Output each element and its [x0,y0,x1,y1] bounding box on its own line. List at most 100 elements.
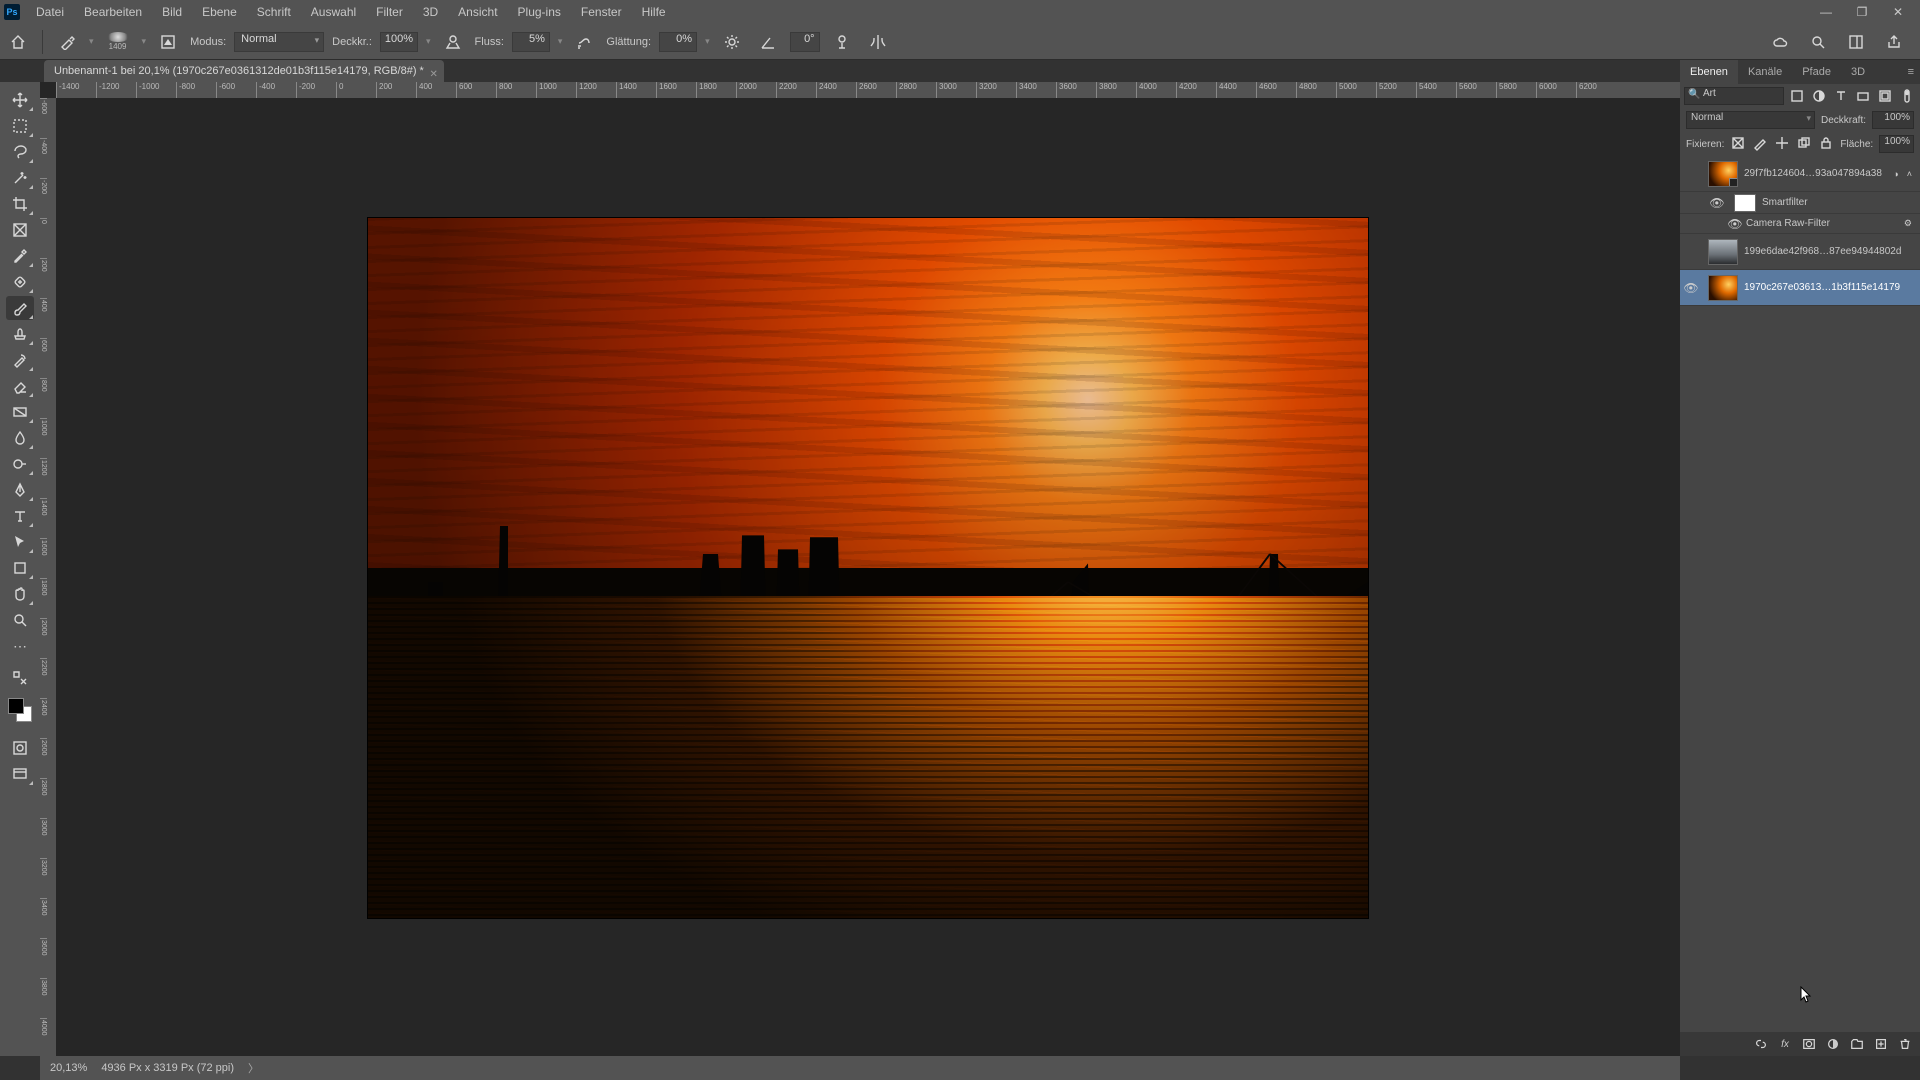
panel-menu-icon[interactable]: ≡ [1902,66,1920,78]
document-tab[interactable]: Unbenannt-1 bei 20,1% (1970c267e0361312d… [44,60,444,82]
new-layer-icon[interactable] [1874,1037,1888,1051]
layer-fill-input[interactable]: 100% [1879,135,1914,153]
edit-toolbar-button[interactable] [6,666,34,690]
chevron-up-icon[interactable]: ˄ [1903,169,1916,179]
zoom-level[interactable]: 20,13% [50,1062,87,1074]
filter-shape-icon[interactable] [1854,87,1872,105]
layer-row[interactable]: 29f7fb124604…93a047894a38 ◑ ˄ [1680,156,1920,192]
canvas-image[interactable] [368,218,1368,918]
link-layers-icon[interactable] [1754,1037,1768,1051]
brush-tool[interactable] [6,296,34,320]
search-button[interactable] [1804,28,1832,56]
lock-position-icon[interactable] [1774,135,1790,154]
frame-tool[interactable] [6,218,34,242]
menu-hilfe[interactable]: Hilfe [632,0,676,24]
color-swatches[interactable] [8,698,32,722]
blur-tool[interactable] [6,426,34,450]
visibility-toggle[interactable]: 👁 [1706,196,1728,210]
menu-datei[interactable]: Datei [26,0,74,24]
menu-bearbeiten[interactable]: Bearbeiten [74,0,152,24]
menu-bild[interactable]: Bild [152,0,192,24]
menu-ebene[interactable]: Ebene [192,0,247,24]
healing-brush-tool[interactable] [6,270,34,294]
filter-toggle-switch[interactable] [1898,87,1916,105]
path-selection-tool[interactable] [6,530,34,554]
layer-mask-icon[interactable] [1802,1037,1816,1051]
lasso-tool[interactable] [6,140,34,164]
adjustment-layer-icon[interactable] [1826,1037,1840,1051]
crop-tool[interactable] [6,192,34,216]
filter-indicator-icon[interactable]: ◑ [1889,169,1902,179]
layer-opacity-input[interactable]: 100% [1872,111,1914,129]
menu-filter[interactable]: Filter [366,0,413,24]
layer-blend-mode-select[interactable]: Normal [1686,111,1815,129]
brush-settings-toggle[interactable] [154,28,182,56]
dodge-tool[interactable] [6,452,34,476]
brush-angle-input[interactable]: 0° [790,32,820,52]
lock-pixels-icon[interactable] [1752,135,1768,154]
opacity-input[interactable]: 100% [380,32,418,52]
menu-3d[interactable]: 3D [413,0,448,24]
tab-pfade[interactable]: Pfade [1792,60,1841,84]
brush-preset-picker[interactable]: 1409 [102,28,134,56]
delete-layer-icon[interactable] [1898,1037,1912,1051]
symmetry-toggle[interactable] [864,28,892,56]
layer-thumbnail[interactable] [1708,239,1738,265]
smoothing-input[interactable]: 0% [659,32,697,52]
more-tools[interactable]: ⋯ [6,634,34,658]
layer-name[interactable]: Camera Raw-Filter [1746,218,1900,229]
airbrush-toggle[interactable] [570,28,598,56]
cloud-docs-button[interactable] [1766,28,1794,56]
marquee-tool[interactable] [6,114,34,138]
tab-kanaele[interactable]: Kanäle [1738,60,1792,84]
layer-filter-select[interactable]: 🔍 Art [1684,87,1784,105]
window-maximize-button[interactable]: ❐ [1844,0,1880,24]
size-pressure-toggle[interactable] [828,28,856,56]
vertical-ruler[interactable]: -600-400-2000200400600800100012001400160… [40,98,56,1056]
layer-name[interactable]: Smartfilter [1762,197,1916,208]
visibility-toggle[interactable]: 👁 [1680,281,1702,295]
filter-adjust-icon[interactable] [1810,87,1828,105]
horizontal-ruler[interactable]: -1400-1200-1000-800-600-400-200020040060… [56,82,1680,98]
window-close-button[interactable]: ✕ [1880,0,1916,24]
smoothing-options-button[interactable] [718,28,746,56]
filter-settings-icon[interactable]: ⚙ [1900,218,1916,229]
layer-style-icon[interactable]: fx [1778,1037,1792,1051]
lock-transparency-icon[interactable] [1730,135,1746,154]
menu-schrift[interactable]: Schrift [247,0,301,24]
layer-group-icon[interactable] [1850,1037,1864,1051]
lock-all-icon[interactable] [1818,135,1834,154]
shape-tool[interactable] [6,556,34,580]
chevron-right-icon[interactable]: 〉 [248,1060,259,1076]
filter-pixel-icon[interactable] [1788,87,1806,105]
smartfilter-mask-thumbnail[interactable] [1734,194,1756,212]
layer-thumbnail[interactable] [1708,275,1738,301]
flow-input[interactable]: 5% [512,32,550,52]
eyedropper-tool[interactable] [6,244,34,268]
clone-stamp-tool[interactable] [6,322,34,346]
move-tool[interactable] [6,88,34,112]
home-button[interactable] [4,28,32,56]
layer-row[interactable]: 199e6dae42f968…87ee94944802d [1680,234,1920,270]
hand-tool[interactable] [6,582,34,606]
magic-wand-tool[interactable] [6,166,34,190]
tab-3d[interactable]: 3D [1841,60,1875,84]
screen-mode-toggle[interactable] [6,762,34,786]
gradient-tool[interactable] [6,400,34,424]
window-minimize-button[interactable]: — [1808,0,1844,24]
opacity-pressure-toggle[interactable] [439,28,467,56]
workspace-switcher[interactable] [1842,28,1870,56]
layer-name[interactable]: 29f7fb124604…93a047894a38 [1744,168,1889,179]
blend-mode-select[interactable]: Normal [234,32,324,52]
menu-auswahl[interactable]: Auswahl [301,0,366,24]
zoom-tool[interactable] [6,608,34,632]
quick-mask-toggle[interactable] [6,736,34,760]
filter-type-icon[interactable] [1832,87,1850,105]
lock-nesting-icon[interactable] [1796,135,1812,154]
tool-preset-picker[interactable] [53,28,81,56]
tab-ebenen[interactable]: Ebenen [1680,60,1738,84]
layer-thumbnail[interactable] [1708,161,1738,187]
filter-smart-icon[interactable] [1876,87,1894,105]
foreground-color-swatch[interactable] [8,698,24,714]
visibility-toggle[interactable]: 👁 [1724,217,1746,231]
